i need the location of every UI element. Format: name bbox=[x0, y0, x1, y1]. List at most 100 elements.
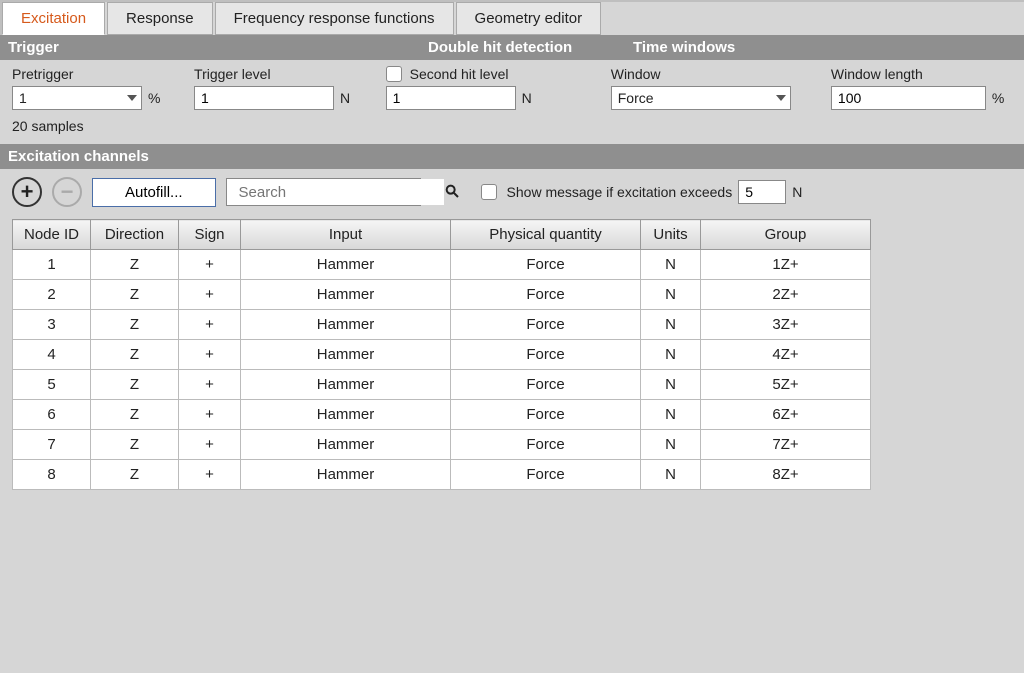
exceed-checkbox[interactable] bbox=[481, 184, 497, 200]
cell-sign[interactable]: + bbox=[179, 370, 241, 400]
pretrigger-subtext: 20 samples bbox=[12, 118, 174, 134]
cell-group[interactable]: 8Z+ bbox=[701, 460, 871, 490]
autofill-button[interactable]: Autofill... bbox=[92, 178, 216, 207]
cell-pq[interactable]: Force bbox=[451, 400, 641, 430]
tab-geometry[interactable]: Geometry editor bbox=[456, 2, 602, 35]
cell-input[interactable]: Hammer bbox=[241, 340, 451, 370]
th-input[interactable]: Input bbox=[241, 220, 451, 250]
cell-pq[interactable]: Force bbox=[451, 280, 641, 310]
cell-pq[interactable]: Force bbox=[451, 460, 641, 490]
cell-pq[interactable]: Force bbox=[451, 340, 641, 370]
cell-dir[interactable]: Z bbox=[91, 250, 179, 280]
cell-group[interactable]: 6Z+ bbox=[701, 400, 871, 430]
table-row[interactable]: 6Z+HammerForceN6Z+ bbox=[13, 400, 871, 430]
cell-input[interactable]: Hammer bbox=[241, 250, 451, 280]
cell-units[interactable]: N bbox=[641, 280, 701, 310]
cell-sign[interactable]: + bbox=[179, 340, 241, 370]
cell-dir[interactable]: Z bbox=[91, 430, 179, 460]
th-direction[interactable]: Direction bbox=[91, 220, 179, 250]
table-row[interactable]: 5Z+HammerForceN5Z+ bbox=[13, 370, 871, 400]
th-pq[interactable]: Physical quantity bbox=[451, 220, 641, 250]
cell-units[interactable]: N bbox=[641, 340, 701, 370]
cell-units[interactable]: N bbox=[641, 370, 701, 400]
exceed-value-input[interactable] bbox=[738, 180, 786, 204]
cell-dir[interactable]: Z bbox=[91, 280, 179, 310]
tab-frf[interactable]: Frequency response functions bbox=[215, 2, 454, 35]
cell-input[interactable]: Hammer bbox=[241, 430, 451, 460]
remove-button: − bbox=[52, 177, 82, 207]
cell-node[interactable]: 4 bbox=[13, 340, 91, 370]
excitation-table: Node ID Direction Sign Input Physical qu… bbox=[12, 219, 871, 490]
cell-sign[interactable]: + bbox=[179, 310, 241, 340]
pretrigger-group: Pretrigger 1 % 20 samples bbox=[12, 66, 174, 134]
cell-group[interactable]: 4Z+ bbox=[701, 340, 871, 370]
section-band-trigger: Trigger Double hit detection Time window… bbox=[0, 35, 1024, 60]
cell-sign[interactable]: + bbox=[179, 460, 241, 490]
trigger-area: Pretrigger 1 % 20 samples Trigger level … bbox=[0, 60, 1024, 144]
cell-units[interactable]: N bbox=[641, 250, 701, 280]
cell-node[interactable]: 1 bbox=[13, 250, 91, 280]
th-node-id[interactable]: Node ID bbox=[13, 220, 91, 250]
tab-excitation[interactable]: Excitation bbox=[2, 2, 105, 35]
cell-units[interactable]: N bbox=[641, 310, 701, 340]
cell-group[interactable]: 2Z+ bbox=[701, 280, 871, 310]
pretrigger-label: Pretrigger bbox=[12, 66, 174, 82]
cell-dir[interactable]: Z bbox=[91, 370, 179, 400]
table-row[interactable]: 3Z+HammerForceN3Z+ bbox=[13, 310, 871, 340]
cell-input[interactable]: Hammer bbox=[241, 400, 451, 430]
cell-units[interactable]: N bbox=[641, 460, 701, 490]
band-time-windows: Time windows bbox=[633, 39, 735, 56]
table-row[interactable]: 2Z+HammerForceN2Z+ bbox=[13, 280, 871, 310]
table-row[interactable]: 1Z+HammerForceN1Z+ bbox=[13, 250, 871, 280]
cell-node[interactable]: 8 bbox=[13, 460, 91, 490]
cell-dir[interactable]: Z bbox=[91, 310, 179, 340]
cell-sign[interactable]: + bbox=[179, 250, 241, 280]
cell-node[interactable]: 2 bbox=[13, 280, 91, 310]
cell-pq[interactable]: Force bbox=[451, 250, 641, 280]
pretrigger-select[interactable]: 1 bbox=[12, 86, 142, 110]
cell-pq[interactable]: Force bbox=[451, 370, 641, 400]
window-length-label: Window length bbox=[831, 66, 1012, 82]
th-sign[interactable]: Sign bbox=[179, 220, 241, 250]
pretrigger-value: 1 bbox=[19, 90, 27, 106]
cell-node[interactable]: 5 bbox=[13, 370, 91, 400]
table-row[interactable]: 7Z+HammerForceN7Z+ bbox=[13, 430, 871, 460]
cell-node[interactable]: 7 bbox=[13, 430, 91, 460]
cell-group[interactable]: 5Z+ bbox=[701, 370, 871, 400]
pretrigger-unit: % bbox=[148, 90, 160, 106]
window-length-input[interactable] bbox=[831, 86, 986, 110]
cell-pq[interactable]: Force bbox=[451, 310, 641, 340]
trigger-level-input[interactable] bbox=[194, 86, 334, 110]
search-input[interactable] bbox=[233, 179, 444, 205]
add-button[interactable]: + bbox=[12, 177, 42, 207]
table-row[interactable]: 8Z+HammerForceN8Z+ bbox=[13, 460, 871, 490]
cell-sign[interactable]: + bbox=[179, 400, 241, 430]
cell-dir[interactable]: Z bbox=[91, 340, 179, 370]
window-select[interactable]: Force bbox=[611, 86, 791, 110]
cell-group[interactable]: 7Z+ bbox=[701, 430, 871, 460]
cell-group[interactable]: 3Z+ bbox=[701, 310, 871, 340]
cell-node[interactable]: 6 bbox=[13, 400, 91, 430]
excitation-table-wrap: Node ID Direction Sign Input Physical qu… bbox=[0, 219, 1024, 490]
tab-response[interactable]: Response bbox=[107, 2, 213, 35]
table-row[interactable]: 4Z+HammerForceN4Z+ bbox=[13, 340, 871, 370]
cell-sign[interactable]: + bbox=[179, 430, 241, 460]
cell-group[interactable]: 1Z+ bbox=[701, 250, 871, 280]
cell-dir[interactable]: Z bbox=[91, 460, 179, 490]
cell-units[interactable]: N bbox=[641, 430, 701, 460]
search-box[interactable] bbox=[226, 178, 421, 206]
cell-input[interactable]: Hammer bbox=[241, 370, 451, 400]
cell-sign[interactable]: + bbox=[179, 280, 241, 310]
cell-input[interactable]: Hammer bbox=[241, 280, 451, 310]
second-hit-input[interactable] bbox=[386, 86, 516, 110]
cell-units[interactable]: N bbox=[641, 400, 701, 430]
second-hit-checkbox[interactable] bbox=[386, 66, 402, 82]
tab-strip: Excitation Response Frequency response f… bbox=[0, 0, 1024, 35]
cell-pq[interactable]: Force bbox=[451, 430, 641, 460]
cell-node[interactable]: 3 bbox=[13, 310, 91, 340]
cell-dir[interactable]: Z bbox=[91, 400, 179, 430]
th-units[interactable]: Units bbox=[641, 220, 701, 250]
cell-input[interactable]: Hammer bbox=[241, 310, 451, 340]
th-group[interactable]: Group bbox=[701, 220, 871, 250]
cell-input[interactable]: Hammer bbox=[241, 460, 451, 490]
